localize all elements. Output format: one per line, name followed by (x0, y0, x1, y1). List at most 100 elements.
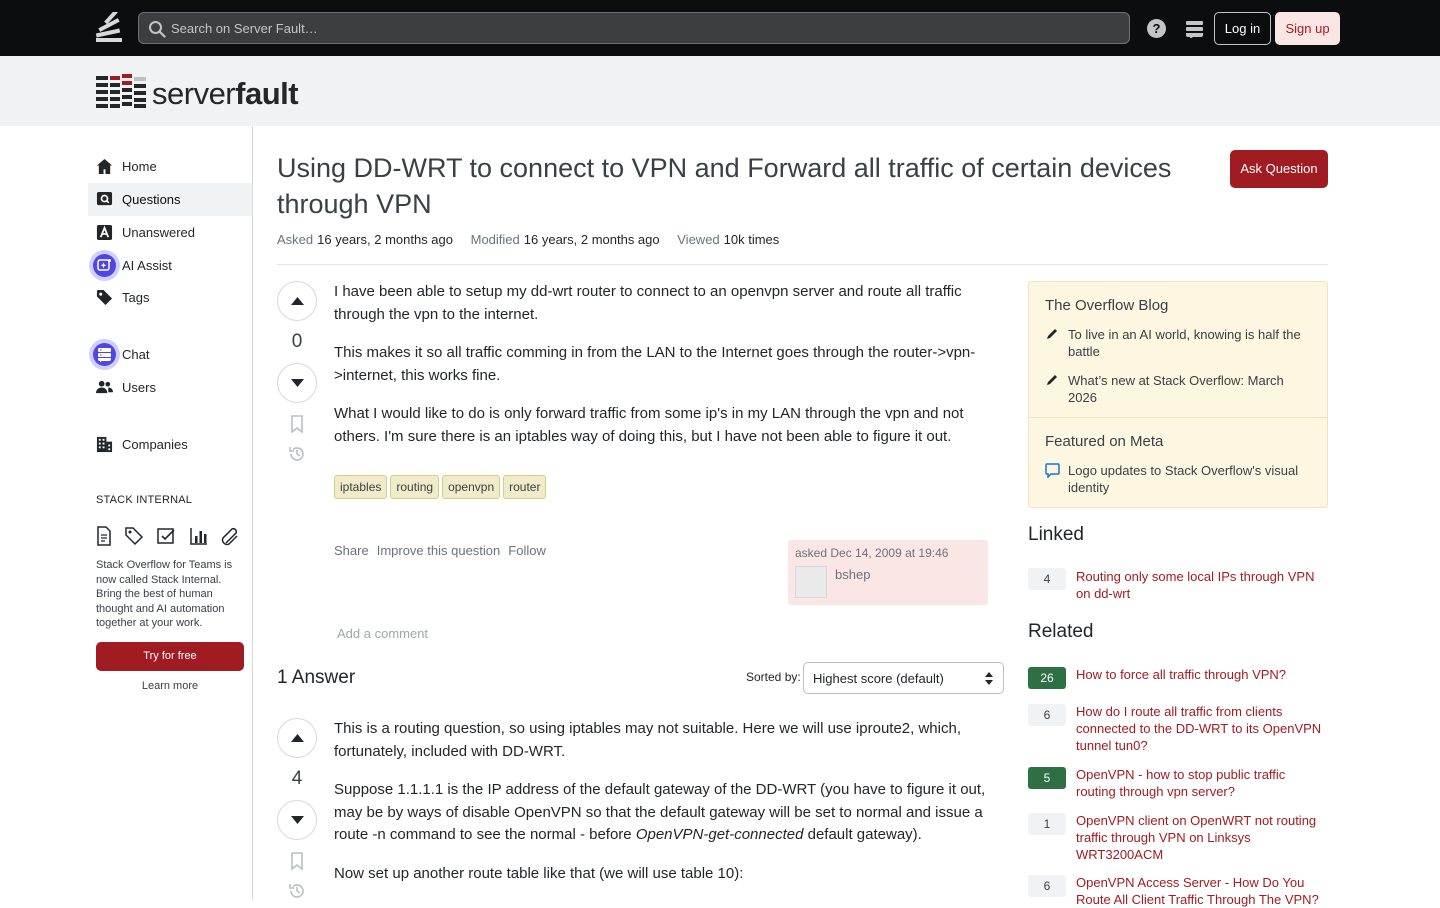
arrow-down-icon (291, 816, 304, 824)
tag-iptables[interactable]: iptables (334, 475, 388, 499)
pencil-icon (1047, 329, 1057, 339)
related-title[interactable]: OpenVPN Access Server - How Do You Route… (1076, 874, 1328, 908)
chat-badge (89, 339, 120, 370)
stack-internal-description: Stack Overflow for Teams is now called S… (96, 559, 233, 629)
answer-vote-cell: 4 (277, 718, 317, 900)
nav-chat[interactable]: Chat (88, 338, 252, 371)
linked-title[interactable]: Routing only some local IPs through VPN … (1076, 568, 1328, 602)
tag-openvpn[interactable]: openvpn (442, 475, 501, 499)
viewed-label: Viewed (677, 232, 720, 247)
nav-ai-assist-label: AI Assist (122, 258, 172, 273)
help-icon[interactable]: ? (1147, 19, 1166, 38)
signup-button[interactable]: Sign up (1275, 12, 1340, 45)
add-comment-link[interactable]: Add a comment (337, 626, 428, 641)
downvote-button[interactable] (277, 363, 317, 403)
nav-users-label: Users (122, 380, 156, 395)
bookmark-icon[interactable] (288, 852, 306, 870)
sort-select[interactable]: Highest score (default) (803, 662, 1004, 694)
nav-ai-assist[interactable]: AI Assist (88, 249, 252, 282)
follow-link[interactable]: Follow (508, 543, 546, 558)
meta-chat-icon (1045, 463, 1060, 478)
answers-heading: 1 Answer (277, 667, 356, 688)
site-switcher-icon[interactable] (1185, 19, 1204, 38)
learn-more-link[interactable]: Learn more (96, 680, 244, 692)
related-title[interactable]: OpenVPN client on OpenWRT not routing tr… (1076, 812, 1328, 863)
bookmark-icon[interactable] (288, 415, 306, 433)
blog-heading: The Overflow Blog (1045, 297, 1169, 314)
tag-icon (96, 289, 113, 306)
asked-value[interactable]: 16 years, 2 months ago (317, 232, 453, 247)
nav-chat-label: Chat (122, 347, 150, 362)
related-title[interactable]: OpenVPN - how to stop public traffic rou… (1076, 766, 1328, 800)
answer-paragraph: Suppose 1.1.1.1 is the IP address of the… (334, 781, 986, 843)
ask-question-button[interactable]: Ask Question (1230, 150, 1328, 188)
left-sidebar: Home Questions Unanswered AI Assist Tags… (0, 126, 253, 900)
tag-routing[interactable]: routing (390, 475, 440, 499)
related-score: 6 (1028, 704, 1066, 726)
search-box[interactable] (138, 12, 1130, 44)
author-name[interactable]: bshep (835, 567, 870, 582)
bar-chart-icon (190, 528, 207, 545)
question-paragraph: What I would like to do is only forward … (334, 405, 964, 445)
improve-question-link[interactable]: Improve this question (377, 543, 501, 558)
modified-label: Modified (470, 232, 520, 247)
stack-internal-icons (96, 526, 246, 548)
share-link[interactable]: Share (334, 543, 369, 558)
nav-tags[interactable]: Tags (88, 281, 252, 314)
ai-assist-badge (89, 250, 120, 281)
question-title[interactable]: Using DD-WRT to connect to VPN and Forwa… (277, 150, 1177, 222)
companies-icon (96, 436, 113, 453)
question-owner-card: asked Dec 14, 2009 at 19:46 bshep (788, 540, 988, 605)
related-score: 5 (1028, 767, 1066, 789)
nav-companies[interactable]: Companies (88, 428, 252, 461)
history-icon[interactable] (288, 445, 306, 463)
nav-tags-label: Tags (122, 290, 150, 305)
search-input[interactable] (171, 13, 1111, 43)
question-score: 0 (291, 331, 303, 352)
post-actions: Share Improve this question Follow (334, 543, 554, 558)
upvote-button[interactable] (277, 281, 317, 321)
questions-icon (96, 191, 113, 206)
related-score: 6 (1028, 875, 1066, 897)
nav-home-label: Home (122, 159, 157, 174)
modified-value[interactable]: 16 years, 2 months ago (524, 232, 660, 247)
server-fault-wordmark: serverfault (152, 76, 299, 111)
asked-timestamp[interactable]: asked Dec 14, 2009 at 19:46 (795, 546, 948, 560)
nav-questions[interactable]: Questions (88, 183, 252, 216)
asked-label: Asked (277, 232, 314, 247)
answer-score: 4 (291, 768, 303, 789)
try-for-free-button[interactable]: Try for free (96, 642, 244, 671)
home-icon (96, 158, 113, 175)
answer-downvote-button[interactable] (277, 800, 317, 840)
tag-outline-icon (125, 527, 144, 546)
arrow-up-icon (291, 734, 304, 742)
login-button[interactable]: Log in (1214, 12, 1271, 45)
viewed-value: 10k times (723, 232, 780, 247)
arrow-up-icon (291, 297, 304, 305)
paperclip-icon (221, 527, 238, 546)
nav-unanswered[interactable]: Unanswered (88, 216, 252, 249)
answer-upvote-button[interactable] (277, 718, 317, 758)
history-icon[interactable] (288, 882, 306, 900)
sort-select-value: Highest score (default) (813, 671, 944, 686)
nav-questions-label: Questions (122, 192, 181, 207)
nav-home[interactable]: Home (88, 150, 252, 183)
tag-router[interactable]: router (503, 475, 547, 499)
server-fault-logo[interactable]: serverfault (96, 74, 316, 112)
linked-heading: Linked (1028, 524, 1084, 545)
related-title[interactable]: How to force all traffic through VPN? (1076, 666, 1328, 683)
stack-exchange-logo-icon[interactable] (95, 12, 123, 44)
nav-unanswered-label: Unanswered (122, 225, 195, 240)
site-banner: serverfault (0, 56, 1440, 126)
question-tags: iptables routing openvpn router (334, 475, 549, 499)
question-vote-cell: 0 (277, 281, 317, 471)
document-icon (97, 526, 111, 546)
nav-users[interactable]: Users (88, 371, 252, 404)
meta-heading: Featured on Meta (1045, 433, 1164, 450)
unanswered-icon (96, 224, 113, 241)
sorted-by-label: Sorted by: (746, 670, 801, 684)
blog-widget: The Overflow Blog To live in an AI world… (1028, 281, 1328, 508)
avatar[interactable] (795, 566, 827, 598)
question-paragraph: I have been able to setup my dd-wrt rout… (334, 283, 962, 323)
related-title[interactable]: How do I route all traffic from clients … (1076, 703, 1328, 754)
